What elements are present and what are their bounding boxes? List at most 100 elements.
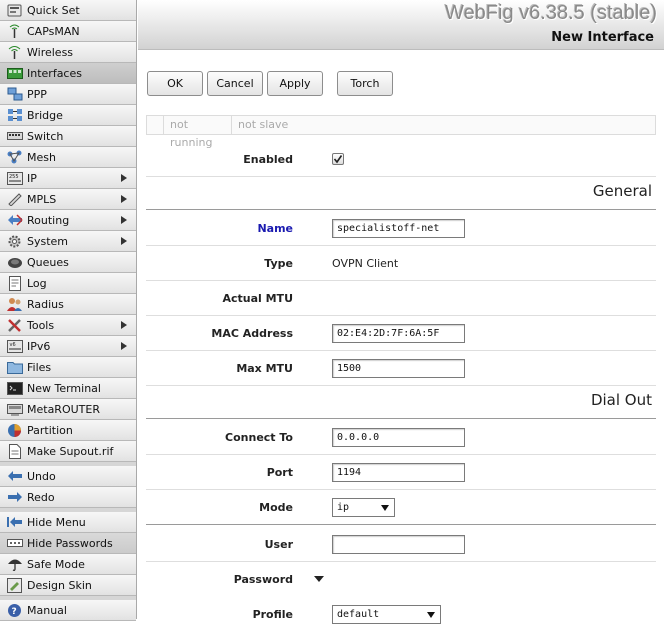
profile-label: Profile bbox=[252, 608, 293, 621]
sidebar-item-label: Safe Mode bbox=[27, 557, 85, 571]
submenu-arrow-icon bbox=[121, 342, 127, 350]
port-field[interactable]: 1194 bbox=[332, 463, 465, 482]
actual-mtu-label: Actual MTU bbox=[222, 292, 293, 305]
svg-text:v6: v6 bbox=[9, 342, 15, 348]
sidebar-item-bridge[interactable]: Bridge bbox=[0, 105, 136, 126]
sidebar-item-label: Tools bbox=[27, 318, 55, 332]
sidebar-item-routing[interactable]: Routing bbox=[0, 210, 136, 231]
sidebar-item-ip[interactable]: 255 IP bbox=[0, 168, 136, 189]
password-row: Password bbox=[146, 562, 656, 597]
dial-out-section: Dial Out bbox=[146, 389, 656, 419]
terminal-icon bbox=[6, 381, 23, 396]
sidebar-item-label: New Terminal bbox=[27, 381, 101, 395]
sidebar-item-undo[interactable]: Undo bbox=[0, 466, 136, 487]
sidebar-menu: Quick Set CAPsMAN Wireless Interfaces PP… bbox=[0, 0, 137, 621]
sidebar-item-safe-mode[interactable]: Safe Mode bbox=[0, 554, 136, 575]
redo-icon bbox=[6, 490, 23, 505]
expand-arrow-icon[interactable] bbox=[314, 576, 324, 582]
profile-select[interactable]: default bbox=[332, 605, 441, 624]
sidebar-item-label: Log bbox=[27, 276, 47, 290]
enabled-row: Enabled bbox=[146, 142, 656, 177]
sidebar-item-label: Hide Menu bbox=[27, 515, 86, 529]
submenu-arrow-icon bbox=[121, 321, 127, 329]
sidebar-item-redo[interactable]: Redo bbox=[0, 487, 136, 508]
ok-button[interactable]: OK bbox=[147, 71, 203, 96]
max-mtu-field[interactable]: 1500 bbox=[332, 359, 465, 378]
sidebar-item-log[interactable]: Log bbox=[0, 273, 136, 294]
sidebar-item-quick-set[interactable]: Quick Set bbox=[0, 0, 136, 21]
cancel-button[interactable]: Cancel bbox=[207, 71, 263, 96]
capsman-icon bbox=[6, 24, 23, 39]
port-label: Port bbox=[266, 466, 293, 479]
sidebar-item-files[interactable]: Files bbox=[0, 357, 136, 378]
hide-passwords-icon bbox=[6, 536, 23, 551]
sidebar-item-new-terminal[interactable]: New Terminal bbox=[0, 378, 136, 399]
user-label: User bbox=[264, 538, 293, 551]
sidebar-item-design-skin[interactable]: Design Skin bbox=[0, 575, 136, 596]
apply-button[interactable]: Apply bbox=[267, 71, 323, 96]
sidebar-item-label: Partition bbox=[27, 423, 73, 437]
sidebar-item-switch[interactable]: Switch bbox=[0, 126, 136, 147]
mpls-icon bbox=[6, 192, 23, 207]
sidebar-item-label: System bbox=[27, 234, 69, 248]
chevron-down-icon bbox=[381, 505, 389, 511]
sidebar-item-capsman[interactable]: CAPsMAN bbox=[0, 21, 136, 42]
sidebar-item-wireless[interactable]: Wireless bbox=[0, 42, 136, 63]
sidebar-item-radius[interactable]: Radius bbox=[0, 294, 136, 315]
status-bar: not running not slave bbox=[146, 115, 656, 149]
sidebar-item-label: Manual bbox=[27, 603, 67, 617]
type-value: OVPN Client bbox=[332, 257, 399, 270]
sidebar-item-label: Design Skin bbox=[27, 578, 92, 592]
queues-icon bbox=[6, 255, 23, 270]
quick-set-icon bbox=[6, 3, 23, 18]
radius-icon bbox=[6, 297, 23, 312]
sidebar-item-label: Radius bbox=[27, 297, 64, 311]
sidebar-item-manual[interactable]: ? Manual bbox=[0, 600, 136, 621]
name-field[interactable]: specialistoff-net bbox=[332, 219, 465, 238]
bridge-icon bbox=[6, 108, 23, 123]
name-label[interactable]: Name bbox=[257, 211, 293, 246]
sidebar-item-label: MetaROUTER bbox=[27, 402, 100, 416]
sidebar-item-tools[interactable]: Tools bbox=[0, 315, 136, 336]
safe-mode-icon bbox=[6, 557, 23, 572]
sidebar-item-ipv6[interactable]: v6 IPv6 bbox=[0, 336, 136, 357]
ip-icon: 255 bbox=[6, 171, 23, 186]
sidebar-item-ppp[interactable]: PPP bbox=[0, 84, 136, 105]
sidebar-item-hide-passwords[interactable]: Hide Passwords bbox=[0, 533, 136, 554]
sidebar-item-label: Redo bbox=[27, 490, 55, 504]
sidebar-item-label: Quick Set bbox=[27, 3, 80, 17]
profile-select-value: default bbox=[337, 609, 380, 620]
sidebar-item-interfaces[interactable]: Interfaces bbox=[0, 63, 136, 84]
interfaces-icon bbox=[6, 66, 23, 81]
submenu-arrow-icon bbox=[121, 216, 127, 224]
enabled-label: Enabled bbox=[243, 153, 293, 166]
checkmark-icon bbox=[333, 155, 343, 164]
user-field[interactable] bbox=[332, 535, 465, 554]
section-title-dial-out: Dial Out bbox=[590, 391, 652, 409]
app-title: WebFig v6.38.5 (stable) bbox=[445, 2, 657, 24]
type-label: Type bbox=[264, 257, 293, 270]
type-row: Type OVPN Client bbox=[146, 246, 656, 281]
svg-text:255: 255 bbox=[9, 174, 19, 180]
sidebar-item-mpls[interactable]: MPLS bbox=[0, 189, 136, 210]
slave-status: not slave bbox=[231, 116, 301, 134]
running-status: not running bbox=[163, 116, 231, 149]
password-label: Password bbox=[233, 573, 293, 586]
submenu-arrow-icon bbox=[121, 174, 127, 182]
sidebar-item-mesh[interactable]: Mesh bbox=[0, 147, 136, 168]
torch-button[interactable]: Torch bbox=[337, 71, 393, 96]
sidebar-item-hide-menu[interactable]: Hide Menu bbox=[0, 512, 136, 533]
sidebar-item-metarouter[interactable]: MetaROUTER bbox=[0, 399, 136, 420]
sidebar-item-make-supout[interactable]: Make Supout.rif bbox=[0, 441, 136, 462]
undo-icon bbox=[6, 469, 23, 484]
connect-to-field[interactable]: 0.0.0.0 bbox=[332, 428, 465, 447]
sidebar-item-label: IP bbox=[27, 171, 37, 185]
sidebar-item-queues[interactable]: Queues bbox=[0, 252, 136, 273]
mode-select-value: ip bbox=[337, 502, 350, 513]
sidebar-item-system[interactable]: System bbox=[0, 231, 136, 252]
sidebar-item-label: Files bbox=[27, 360, 52, 374]
sidebar-item-partition[interactable]: Partition bbox=[0, 420, 136, 441]
mac-address-field[interactable]: 02:E4:2D:7F:6A:5F bbox=[332, 324, 465, 343]
enabled-checkbox[interactable] bbox=[332, 153, 344, 165]
mode-select[interactable]: ip bbox=[332, 498, 395, 517]
